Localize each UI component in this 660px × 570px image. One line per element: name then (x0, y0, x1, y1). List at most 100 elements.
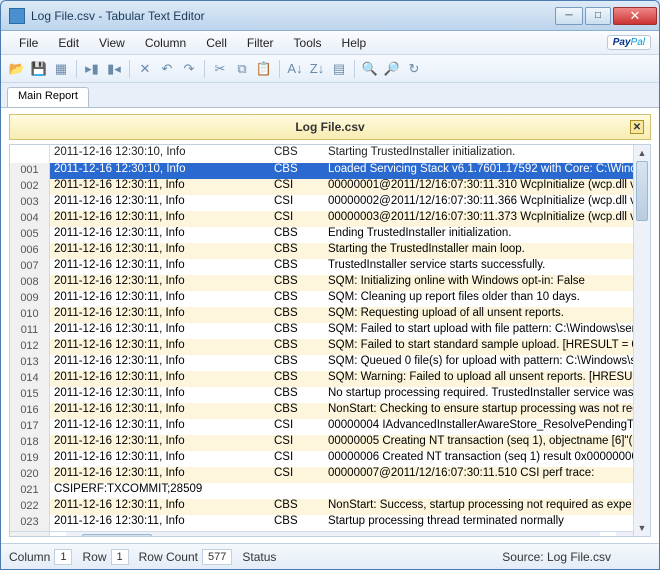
col-header-message[interactable]: Starting TrustedInstaller initialization… (322, 145, 633, 163)
cell-source[interactable]: CSI (272, 451, 322, 467)
run-start-icon[interactable]: ▸▮ (82, 59, 102, 79)
cell-message[interactable]: Startup processing thread terminated nor… (322, 515, 633, 531)
cell-source[interactable]: CBS (272, 323, 322, 339)
menu-cell[interactable]: Cell (196, 33, 237, 53)
menu-column[interactable]: Column (135, 33, 196, 53)
cell-source[interactable]: CBS (272, 227, 322, 243)
table-row[interactable]: 0142011-12-16 12:30:11, InfoCBSSQM: Warn… (10, 371, 633, 387)
cell-time[interactable]: 2011-12-16 12:30:11, Info (50, 227, 272, 243)
menu-edit[interactable]: Edit (48, 33, 89, 53)
horizontal-scrollbar[interactable]: ◀ ▶ (10, 531, 633, 536)
cell-source[interactable]: CSI (272, 419, 322, 435)
cell-message[interactable]: 00000002@2011/12/16:07:30:11.366 WcpInit… (322, 195, 633, 211)
redo-icon[interactable]: ↷ (179, 59, 199, 79)
col-header-time[interactable]: 2011-12-16 12:30:10, Info (50, 145, 272, 163)
table-row[interactable]: 021CSIPERF:TXCOMMIT;28509 (10, 483, 633, 499)
data-grid[interactable]: 2011-12-16 12:30:10, Info CBS Starting T… (9, 144, 651, 537)
cell-time[interactable]: 2011-12-16 12:30:11, Info (50, 275, 272, 291)
cell-time[interactable]: 2011-12-16 12:30:11, Info (50, 467, 272, 483)
table-row[interactable]: 0052011-12-16 12:30:11, InfoCBSEnding Tr… (10, 227, 633, 243)
cell-message[interactable]: 00000001@2011/12/16:07:30:11.310 WcpInit… (322, 179, 633, 195)
cell-time[interactable]: 2011-12-16 12:30:11, Info (50, 499, 272, 515)
cell-time[interactable]: 2011-12-16 12:30:11, Info (50, 323, 272, 339)
minimize-button[interactable]: ─ (555, 7, 583, 25)
cell-source[interactable]: CSI (272, 179, 322, 195)
table-row[interactable]: 0032011-12-16 12:30:11, InfoCSI00000002@… (10, 195, 633, 211)
table-row[interactable]: 0232011-12-16 12:30:11, InfoCBSStartup p… (10, 515, 633, 531)
table-row[interactable]: 0122011-12-16 12:30:11, InfoCBSSQM: Fail… (10, 339, 633, 355)
cell-time[interactable]: 2011-12-16 12:30:11, Info (50, 243, 272, 259)
table-row[interactable]: 0102011-12-16 12:30:11, InfoCBSSQM: Requ… (10, 307, 633, 323)
table-row[interactable]: 0072011-12-16 12:30:11, InfoCBSTrustedIn… (10, 259, 633, 275)
cell-source[interactable]: CBS (272, 515, 322, 531)
cell-time[interactable]: 2011-12-16 12:30:11, Info (50, 387, 272, 403)
cell-source[interactable]: CBS (272, 291, 322, 307)
cell-source[interactable]: CBS (272, 387, 322, 403)
table-row[interactable]: 0022011-12-16 12:30:11, InfoCSI00000001@… (10, 179, 633, 195)
cell-source[interactable]: CBS (272, 307, 322, 323)
cell-time[interactable]: 2011-12-16 12:30:11, Info (50, 355, 272, 371)
menu-help[interactable]: Help (332, 33, 377, 53)
cell-time[interactable]: 2011-12-16 12:30:11, Info (50, 339, 272, 355)
table-row[interactable]: 0092011-12-16 12:30:11, InfoCBSSQM: Clea… (10, 291, 633, 307)
cell-source[interactable]: CSI (272, 211, 322, 227)
cell-source[interactable]: CBS (272, 355, 322, 371)
cell-time[interactable]: 2011-12-16 12:30:11, Info (50, 515, 272, 531)
cell-source[interactable]: CBS (272, 403, 322, 419)
cell-message[interactable]: 00000006 Created NT transaction (seq 1) … (322, 451, 633, 467)
close-button[interactable]: ✕ (613, 7, 657, 25)
cell-message[interactable]: Starting the TrustedInstaller main loop. (322, 243, 633, 259)
cell-time[interactable]: 2011-12-16 12:30:11, Info (50, 307, 272, 323)
cell-time[interactable]: 2011-12-16 12:30:11, Info (50, 451, 272, 467)
sort-asc-icon[interactable]: A↓ (285, 59, 305, 79)
cell-time[interactable]: 2011-12-16 12:30:10, Info (50, 163, 272, 179)
table-row[interactable]: 0042011-12-16 12:30:11, InfoCSI00000003@… (10, 211, 633, 227)
cell-message[interactable]: SQM: Failed to start standard sample upl… (322, 339, 633, 355)
cell-message[interactable]: 00000005 Creating NT transaction (seq 1)… (322, 435, 633, 451)
open-icon[interactable]: 📂 (7, 59, 27, 79)
h-scroll-thumb[interactable] (82, 534, 152, 536)
table-row[interactable]: 0112011-12-16 12:30:11, InfoCBSSQM: Fail… (10, 323, 633, 339)
paste-icon[interactable]: 📋 (254, 59, 274, 79)
cell-message[interactable]: Ending TrustedInstaller initialization. (322, 227, 633, 243)
paypal-badge[interactable]: PayPal (607, 35, 651, 50)
cell-source[interactable]: CBS (272, 163, 322, 179)
cell-time[interactable]: 2011-12-16 12:30:11, Info (50, 403, 272, 419)
table-row[interactable]: 0012011-12-16 12:30:10, InfoCBSLoaded Se… (10, 163, 633, 179)
cell-source[interactable]: CBS (272, 499, 322, 515)
cell-message[interactable]: No startup processing required. TrustedI… (322, 387, 633, 403)
grid-icon[interactable]: ▤ (329, 59, 349, 79)
delete-icon[interactable]: ✕ (135, 59, 155, 79)
cell-message[interactable]: SQM: Initializing online with Windows op… (322, 275, 633, 291)
cell-message[interactable]: SQM: Queued 0 file(s) for upload with pa… (322, 355, 633, 371)
table-row[interactable]: 0172011-12-16 12:30:11, InfoCSI00000004 … (10, 419, 633, 435)
cell-time[interactable]: 2011-12-16 12:30:11, Info (50, 291, 272, 307)
cell-message[interactable]: SQM: Requesting upload of all unsent rep… (322, 307, 633, 323)
cell-time[interactable]: 2011-12-16 12:30:11, Info (50, 195, 272, 211)
table-row[interactable]: 0192011-12-16 12:30:11, InfoCSI00000006 … (10, 451, 633, 467)
save-icon[interactable]: 💾 (29, 59, 49, 79)
cell-message[interactable]: SQM: Failed to start upload with file pa… (322, 323, 633, 339)
table-row[interactable]: 0152011-12-16 12:30:11, InfoCBSNo startu… (10, 387, 633, 403)
vertical-scrollbar[interactable]: ▲ ▼ (633, 145, 650, 536)
table-row[interactable]: 0062011-12-16 12:30:11, InfoCBSStarting … (10, 243, 633, 259)
table-row[interactable]: 0182011-12-16 12:30:11, InfoCSI00000005 … (10, 435, 633, 451)
table-row[interactable]: 0132011-12-16 12:30:11, InfoCBSSQM: Queu… (10, 355, 633, 371)
cell-source[interactable]: CBS (272, 275, 322, 291)
cell-message[interactable]: 00000003@2011/12/16:07:30:11.373 WcpInit… (322, 211, 633, 227)
cell-message[interactable]: 00000007@2011/12/16:07:30:11.510 CSI per… (322, 467, 633, 483)
table-row[interactable]: 0082011-12-16 12:30:11, InfoCBSSQM: Init… (10, 275, 633, 291)
refresh-icon[interactable]: ↻ (404, 59, 424, 79)
menu-file[interactable]: File (9, 33, 48, 53)
cell-time[interactable]: 2011-12-16 12:30:11, Info (50, 435, 272, 451)
cell-message[interactable]: NonStart: Success, startup processing no… (322, 499, 633, 515)
cell-time[interactable]: 2011-12-16 12:30:11, Info (50, 371, 272, 387)
v-scroll-thumb[interactable] (636, 161, 648, 221)
cell-time[interactable]: 2011-12-16 12:30:11, Info (50, 179, 272, 195)
cut-icon[interactable]: ✂ (210, 59, 230, 79)
menu-tools[interactable]: Tools (284, 33, 332, 53)
run-end-icon[interactable]: ▮◂ (104, 59, 124, 79)
copy-icon[interactable]: ⧉ (232, 59, 252, 79)
col-header-source[interactable]: CBS (272, 145, 322, 163)
tab-main-report[interactable]: Main Report (7, 87, 89, 107)
